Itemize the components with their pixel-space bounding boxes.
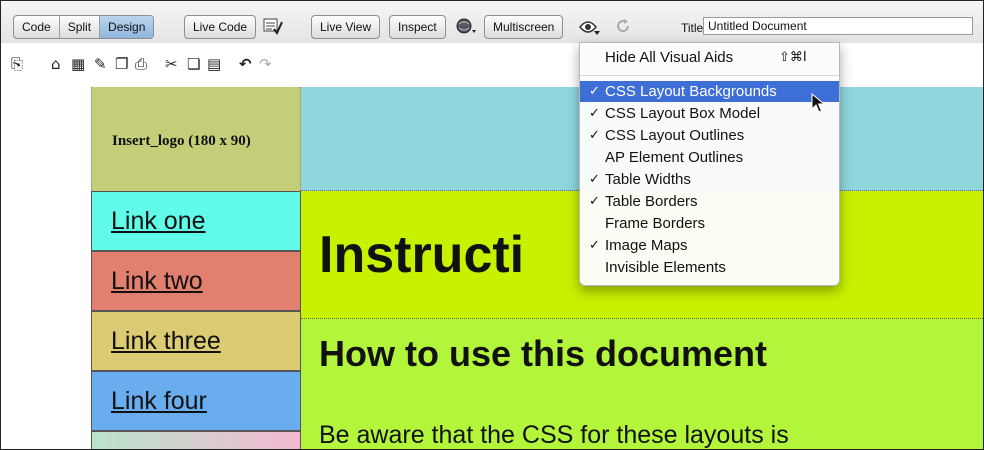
visual-aids-menu: Hide All Visual Aids ⇧⌘I ✓ CSS Layout Ba…	[579, 42, 840, 286]
nav-link-two[interactable]: Link two	[91, 251, 301, 311]
view-mode-group: Code Split Design	[13, 15, 155, 39]
menu-item-ap-element-outlines[interactable]: AP Element Outlines	[580, 147, 839, 168]
mouse-pointer-icon	[811, 93, 825, 113]
code-view-button[interactable]: Code	[14, 16, 60, 38]
paste-icon[interactable]: ▤	[207, 55, 221, 73]
undo-icon[interactable]: ↶	[239, 55, 252, 73]
menu-item-label: CSS Layout Backgrounds	[605, 83, 777, 100]
menu-item-label: CSS Layout Box Model	[605, 105, 761, 122]
nav-link-label[interactable]: Link two	[111, 267, 203, 296]
checkmark-icon: ✓	[589, 172, 600, 187]
menu-item-label: Table Borders	[605, 193, 698, 210]
cut-icon[interactable]: ✂	[165, 55, 178, 73]
menu-item-label: CSS Layout Outlines	[605, 127, 745, 144]
inspect-button[interactable]: Inspect	[389, 15, 446, 39]
nav-link-label[interactable]: Link four	[111, 387, 207, 416]
menu-item-css-layout-outlines[interactable]: ✓ CSS Layout Outlines	[580, 125, 839, 146]
print-icon[interactable]: ⎙	[135, 55, 147, 73]
menu-item-invisible-elements[interactable]: Invisible Elements	[580, 257, 839, 278]
checkmark-icon: ✓	[589, 106, 600, 121]
nav-link-label[interactable]: Link one	[111, 207, 206, 236]
nav-link-label[interactable]: Link three	[111, 327, 221, 356]
dreamweaver-window: Code Split Design Live Code Live View In…	[0, 0, 984, 450]
refresh-icon[interactable]	[615, 18, 631, 39]
menu-item-table-widths[interactable]: ✓ Table Widths	[580, 169, 839, 190]
logo-placeholder-text: Insert_logo (180 x 90)	[112, 133, 251, 149]
how-to-heading: How to use this document	[319, 333, 768, 374]
logo-placeholder[interactable]: Insert_logo (180 x 90)	[91, 87, 301, 191]
split-view-button[interactable]: Split	[60, 16, 101, 38]
menu-item-image-maps[interactable]: ✓ Image Maps	[580, 235, 839, 256]
menu-item-label: Image Maps	[605, 237, 688, 254]
checkmark-icon: ✓	[589, 238, 600, 253]
menu-item-label: Frame Borders	[605, 215, 706, 232]
check-markup-icon[interactable]	[263, 17, 283, 40]
templates-icon[interactable]: ▦	[71, 55, 85, 73]
nav-link-five[interactable]	[91, 431, 301, 449]
design-view-button[interactable]: Design	[100, 16, 154, 38]
live-code-button[interactable]: Live Code	[184, 15, 257, 39]
edit-icon[interactable]: ✎	[94, 55, 107, 73]
menu-item-frame-borders[interactable]: Frame Borders	[580, 213, 839, 234]
globe-preview-icon[interactable]	[456, 18, 478, 41]
new-window-icon[interactable]: ❐	[115, 55, 128, 73]
menu-item-css-layout-box-model[interactable]: ✓ CSS Layout Box Model	[580, 103, 839, 124]
new-document-icon[interactable]: ⎘	[11, 55, 23, 73]
menu-item-hide-all-visual-aids[interactable]: Hide All Visual Aids ⇧⌘I	[580, 47, 839, 68]
checkmark-icon: ✓	[589, 128, 600, 143]
instructions-heading: Instructi	[319, 226, 525, 284]
nav-link-three[interactable]: Link three	[91, 311, 301, 371]
content-paragraph: Be aware that the CSS for these layouts …	[319, 421, 789, 449]
main-content[interactable]: How to use this document Be aware that t…	[301, 319, 983, 449]
menu-item-label: Invisible Elements	[605, 259, 726, 276]
menu-item-label: Hide All Visual Aids	[605, 49, 734, 66]
multiscreen-button[interactable]: Multiscreen	[484, 15, 564, 39]
menu-item-label: Table Widths	[605, 171, 691, 188]
shortcut-label: ⇧⌘I	[779, 50, 807, 65]
checkmark-icon: ✓	[589, 84, 600, 99]
checkmark-icon: ✓	[589, 194, 600, 209]
nav-link-one[interactable]: Link one	[91, 191, 301, 251]
live-view-button[interactable]: Live View	[311, 15, 381, 39]
redo-icon[interactable]: ↷	[259, 55, 272, 73]
menu-separator	[580, 75, 839, 76]
open-icon[interactable]: ⌂	[51, 55, 61, 73]
copy-icon[interactable]: ❏	[187, 55, 200, 73]
document-toolbar: Code Split Design Live Code Live View In…	[1, 1, 983, 43]
menu-item-label: AP Element Outlines	[605, 149, 744, 166]
menu-item-table-borders[interactable]: ✓ Table Borders	[580, 191, 839, 212]
document-title-input[interactable]	[703, 17, 973, 35]
nav-link-four[interactable]: Link four	[91, 371, 301, 431]
menu-item-css-layout-backgrounds[interactable]: ✓ CSS Layout Backgrounds	[580, 81, 839, 102]
visual-aids-eye-icon[interactable]	[578, 17, 602, 42]
